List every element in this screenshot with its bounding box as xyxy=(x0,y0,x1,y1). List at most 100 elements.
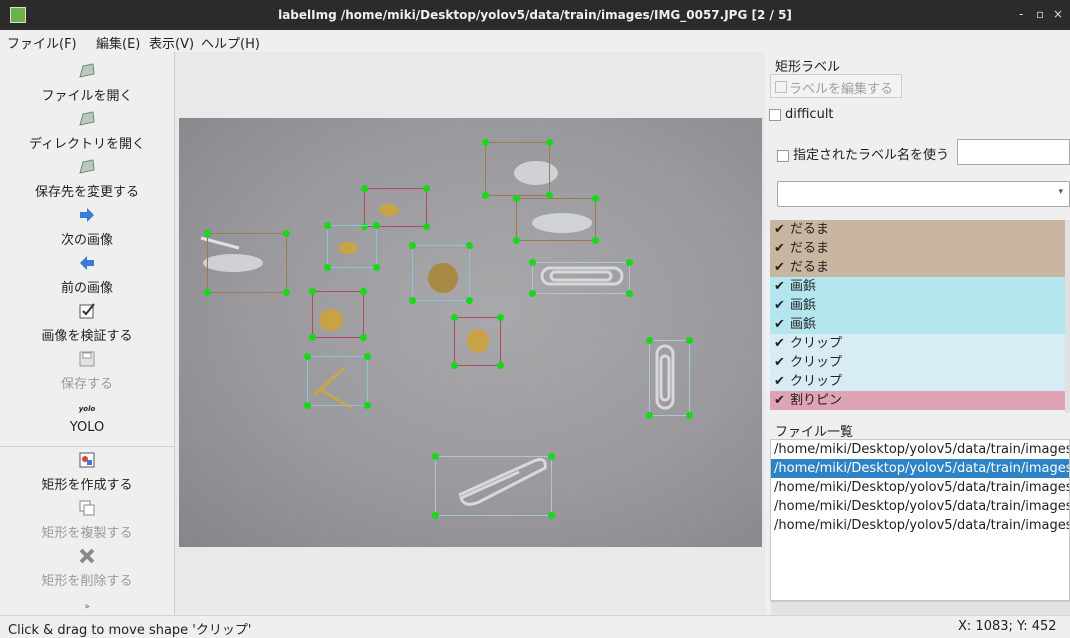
menu-file[interactable]: ファイル(F) xyxy=(7,33,77,52)
file-item[interactable]: /home/miki/Desktop/yolov5/data/train/ima… xyxy=(771,478,1069,497)
bbox-thumbtack[interactable] xyxy=(324,222,380,271)
file-item[interactable]: /home/miki/Desktop/yolov5/data/train/ima… xyxy=(771,459,1069,478)
open-file-button[interactable]: ファイルを開く xyxy=(0,62,174,104)
use-default-label-text: 指定されたラベル名を使う xyxy=(793,148,950,163)
label-combo[interactable]: ▾ xyxy=(777,181,1070,207)
save-button[interactable]: 保存する xyxy=(0,350,174,392)
check-icon[interactable]: ✔ xyxy=(774,372,785,391)
bbox-thumbtack[interactable] xyxy=(409,242,473,304)
delete-rect-button[interactable]: 矩形を削除する xyxy=(0,547,174,589)
duplicate-rect-button[interactable]: 矩形を複製する xyxy=(0,499,174,541)
file-list[interactable]: /home/miki/Desktop/yolov5/data/train/ima… xyxy=(770,439,1070,601)
next-image-button[interactable]: 次の画像 xyxy=(0,206,174,248)
bbox-split-pin[interactable] xyxy=(451,314,504,369)
minimize-button[interactable]: - xyxy=(1019,7,1023,21)
bbox-split-pin[interactable] xyxy=(309,288,367,341)
folder-icon xyxy=(79,111,95,126)
label-item[interactable]: ✔ クリップ xyxy=(770,372,1065,391)
bbox-daruma[interactable] xyxy=(204,230,290,296)
edit-label-button[interactable]: ラベルを編集する xyxy=(770,74,902,98)
file-item[interactable]: /home/miki/Desktop/yolov5/data/train/ima… xyxy=(771,516,1069,535)
bbox-clip[interactable] xyxy=(432,453,555,519)
checkbox-icon xyxy=(79,303,95,319)
file-list-title: ファイル一覧 xyxy=(775,425,854,440)
label-item[interactable]: ✔ だるま xyxy=(770,258,1065,277)
window-title: labelImg /home/miki/Desktop/yolov5/data/… xyxy=(278,8,792,22)
menu-help[interactable]: ヘルプ(H) xyxy=(201,33,260,52)
floppy-icon xyxy=(79,351,95,367)
change-save-dir-button[interactable]: 保存先を変更する xyxy=(0,158,174,200)
arrow-right-icon xyxy=(80,208,94,222)
check-icon[interactable]: ✔ xyxy=(774,391,785,410)
create-rect-icon xyxy=(79,452,95,468)
label-list-scrollbar[interactable] xyxy=(1065,220,1070,413)
checkbox-icon xyxy=(769,108,781,121)
menu-view[interactable]: 表示(V) xyxy=(149,33,194,52)
menu-edit[interactable]: 編集(E) xyxy=(96,33,140,52)
bbox-daruma[interactable] xyxy=(482,139,553,199)
menu-bar: ファイル(F) 編集(E) 表示(V) ヘルプ(H) xyxy=(0,30,1070,52)
open-dir-button[interactable]: ディレクトリを開く xyxy=(0,110,174,152)
label-item-text: クリップ xyxy=(790,374,843,389)
bbox-split-pin[interactable] xyxy=(361,185,430,230)
label-item-text: 画鋲 xyxy=(790,317,817,332)
check-icon[interactable]: ✔ xyxy=(774,239,785,258)
open-dir-label: ディレクトリを開く xyxy=(28,137,146,152)
bbox-thumbtack[interactable] xyxy=(304,353,371,409)
label-item-text: だるま xyxy=(790,222,830,237)
use-default-label-checkbox[interactable]: 指定されたラベル名を使う xyxy=(777,144,949,163)
delete-rect-label: 矩形を削除する xyxy=(41,574,133,589)
maximize-button[interactable]: ▫ xyxy=(1036,7,1044,21)
format-button[interactable]: yolo YOLO xyxy=(0,400,174,435)
check-icon[interactable]: ✔ xyxy=(774,315,785,334)
bbox-clip[interactable] xyxy=(646,337,693,419)
label-item[interactable]: ✔ 画鋲 xyxy=(770,277,1065,296)
save-label: 保存する xyxy=(60,377,113,392)
prev-image-button[interactable]: 前の画像 xyxy=(0,254,174,296)
label-item[interactable]: ✔ 画鋲 xyxy=(770,315,1065,334)
toolbar-more-button[interactable]: » xyxy=(0,602,174,612)
label-item-text: 画鋲 xyxy=(790,279,817,294)
difficult-label: difficult xyxy=(785,107,834,122)
bbox-clip[interactable] xyxy=(529,259,633,297)
folder-icon xyxy=(79,63,95,78)
label-list[interactable]: ✔ だるま ✔ だるま ✔ だるま ✔ 画鋲 ✔ 画鋲 ✔ 画鋲 ✔ クリップ ✔ クリップ ✔ クリップ ✔ 割りピ… xyxy=(770,220,1065,413)
label-item-text: だるま xyxy=(790,241,830,256)
label-item-text: 画鋲 xyxy=(790,298,817,313)
check-icon[interactable]: ✔ xyxy=(774,353,785,372)
folder-icon xyxy=(79,159,95,174)
file-list-hscrollbar[interactable] xyxy=(771,601,1070,615)
default-label-input[interactable] xyxy=(957,139,1070,165)
label-item-text: だるま xyxy=(790,260,830,275)
label-item[interactable]: ✔ 画鋲 xyxy=(770,296,1065,315)
check-icon[interactable]: ✔ xyxy=(774,258,785,277)
label-item[interactable]: ✔ だるま xyxy=(770,220,1065,239)
label-item-text: 割りピン xyxy=(790,393,843,408)
duplicate-rect-label: 矩形を複製する xyxy=(41,526,133,541)
verify-image-label: 画像を検証する xyxy=(41,329,133,344)
file-item[interactable]: /home/miki/Desktop/yolov5/data/train/ima… xyxy=(771,440,1069,459)
file-item[interactable]: /home/miki/Desktop/yolov5/data/train/ima… xyxy=(771,497,1069,516)
checkbox-icon xyxy=(777,149,789,162)
label-item[interactable]: ✔ 割りピン xyxy=(770,391,1065,410)
close-button[interactable]: × xyxy=(1053,7,1063,21)
toolbar: ファイルを開く ディレクトリを開く 保存先を変更する 次の画像 前の画像 画像を… xyxy=(0,52,175,615)
status-message: Click & drag to move shape 'クリップ' xyxy=(8,623,252,638)
check-icon[interactable]: ✔ xyxy=(774,220,785,239)
delete-x-icon xyxy=(79,548,95,564)
label-item[interactable]: ✔ クリップ xyxy=(770,334,1065,353)
check-icon[interactable]: ✔ xyxy=(774,296,785,315)
prev-image-label: 前の画像 xyxy=(60,281,113,296)
difficult-checkbox[interactable]: difficult xyxy=(769,107,834,122)
create-rect-button[interactable]: 矩形を作成する xyxy=(0,451,174,493)
bbox-daruma[interactable] xyxy=(513,195,599,244)
label-item[interactable]: ✔ クリップ xyxy=(770,353,1065,372)
check-icon[interactable]: ✔ xyxy=(774,334,785,353)
chevron-down-icon: ▾ xyxy=(1058,187,1063,197)
label-item-text: クリップ xyxy=(790,336,843,351)
open-file-label: ファイルを開く xyxy=(41,89,133,104)
create-rect-label: 矩形を作成する xyxy=(41,478,133,493)
label-item[interactable]: ✔ だるま xyxy=(770,239,1065,258)
verify-image-button[interactable]: 画像を検証する xyxy=(0,302,174,344)
check-icon[interactable]: ✔ xyxy=(774,277,785,296)
